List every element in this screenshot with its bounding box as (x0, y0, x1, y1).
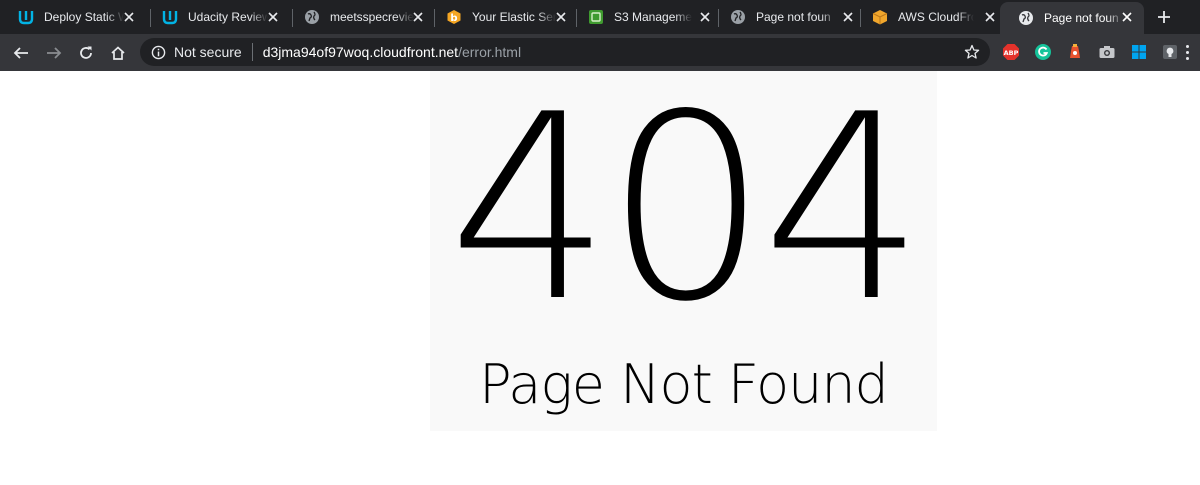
s3-icon (588, 9, 604, 25)
security-label[interactable]: Not secure (174, 44, 242, 60)
url-host: d3jma94of97woq.cloudfront.net (262, 44, 459, 60)
tab-title: Deploy Static W (44, 10, 124, 24)
grammarly-icon[interactable] (1034, 43, 1052, 61)
arrow-right-icon (47, 47, 62, 59)
reload-icon (80, 46, 92, 59)
tab-deploy-static[interactable]: Deploy Static W (0, 0, 148, 34)
home-button[interactable] (104, 39, 132, 67)
tab-udacity-review[interactable]: Udacity Review (144, 0, 292, 34)
tab-title: meetsspecrevie (330, 10, 414, 24)
close-icon[interactable] (121, 9, 137, 25)
globe-icon (304, 9, 320, 25)
tab-strip: Deploy Static W Udacity Review meetsspec… (0, 0, 1200, 34)
close-icon[interactable] (1119, 9, 1135, 25)
windows-icon[interactable] (1130, 43, 1148, 61)
tab-elastic-search[interactable]: b Your Elastic Ser (428, 0, 576, 34)
udacity-icon (18, 9, 34, 25)
reload-button[interactable] (72, 39, 100, 67)
udacity-icon (162, 9, 178, 25)
home-icon (111, 46, 125, 60)
close-icon[interactable] (410, 9, 426, 25)
tab-page-not-found-active[interactable]: Page not foun (1000, 2, 1144, 34)
camera-icon[interactable] (1098, 43, 1116, 61)
tab-page-not-found[interactable]: Page not foun (712, 0, 860, 34)
tab-title: Your Elastic Ser (472, 10, 556, 24)
close-icon[interactable] (697, 9, 713, 25)
url-path: /error.html (458, 44, 522, 60)
new-tab-button[interactable] (1152, 5, 1176, 29)
tab-title: Page not foun (756, 10, 831, 24)
globe-icon (730, 9, 746, 25)
browser-menu-icon[interactable] (1186, 45, 1190, 61)
tab-title: AWS CloudFro (898, 10, 974, 24)
error-code: 404 (448, 60, 925, 358)
info-icon[interactable] (150, 44, 166, 60)
url-text[interactable]: d3jma94of97woq.cloudfront.net/error.html (263, 44, 521, 60)
svg-text:ABP: ABP (1004, 49, 1019, 57)
globe-icon (1018, 10, 1034, 26)
back-button[interactable] (7, 39, 35, 67)
tab-title: Page not foun (1044, 11, 1119, 25)
close-icon[interactable] (265, 9, 281, 25)
lightbulb-icon[interactable] (1161, 43, 1179, 61)
omnibox-divider (251, 43, 253, 61)
bookmark-star-icon[interactable] (964, 44, 980, 60)
error-message: Page Not Found (479, 353, 889, 416)
arrow-left-icon (13, 47, 28, 59)
tab-title: S3 Manageme (614, 10, 692, 24)
error-panel: 404 Page Not Found (430, 71, 937, 431)
tab-meetsspecreview[interactable]: meetsspecrevie (286, 0, 434, 34)
close-icon[interactable] (982, 9, 998, 25)
tab-aws-cloudfront[interactable]: AWS CloudFro (854, 0, 1002, 34)
tab-s3-management[interactable]: S3 Manageme (570, 0, 718, 34)
tab-title: Udacity Review (188, 10, 268, 24)
bonsai-icon: b (446, 9, 462, 25)
aws-box-icon (872, 9, 888, 25)
extension-icon[interactable] (1066, 43, 1084, 61)
close-icon[interactable] (553, 9, 569, 25)
forward-button[interactable] (40, 39, 68, 67)
adblock-plus-icon[interactable]: ABP (1002, 43, 1020, 61)
svg-text:b: b (450, 13, 457, 24)
plus-icon (1158, 11, 1170, 23)
